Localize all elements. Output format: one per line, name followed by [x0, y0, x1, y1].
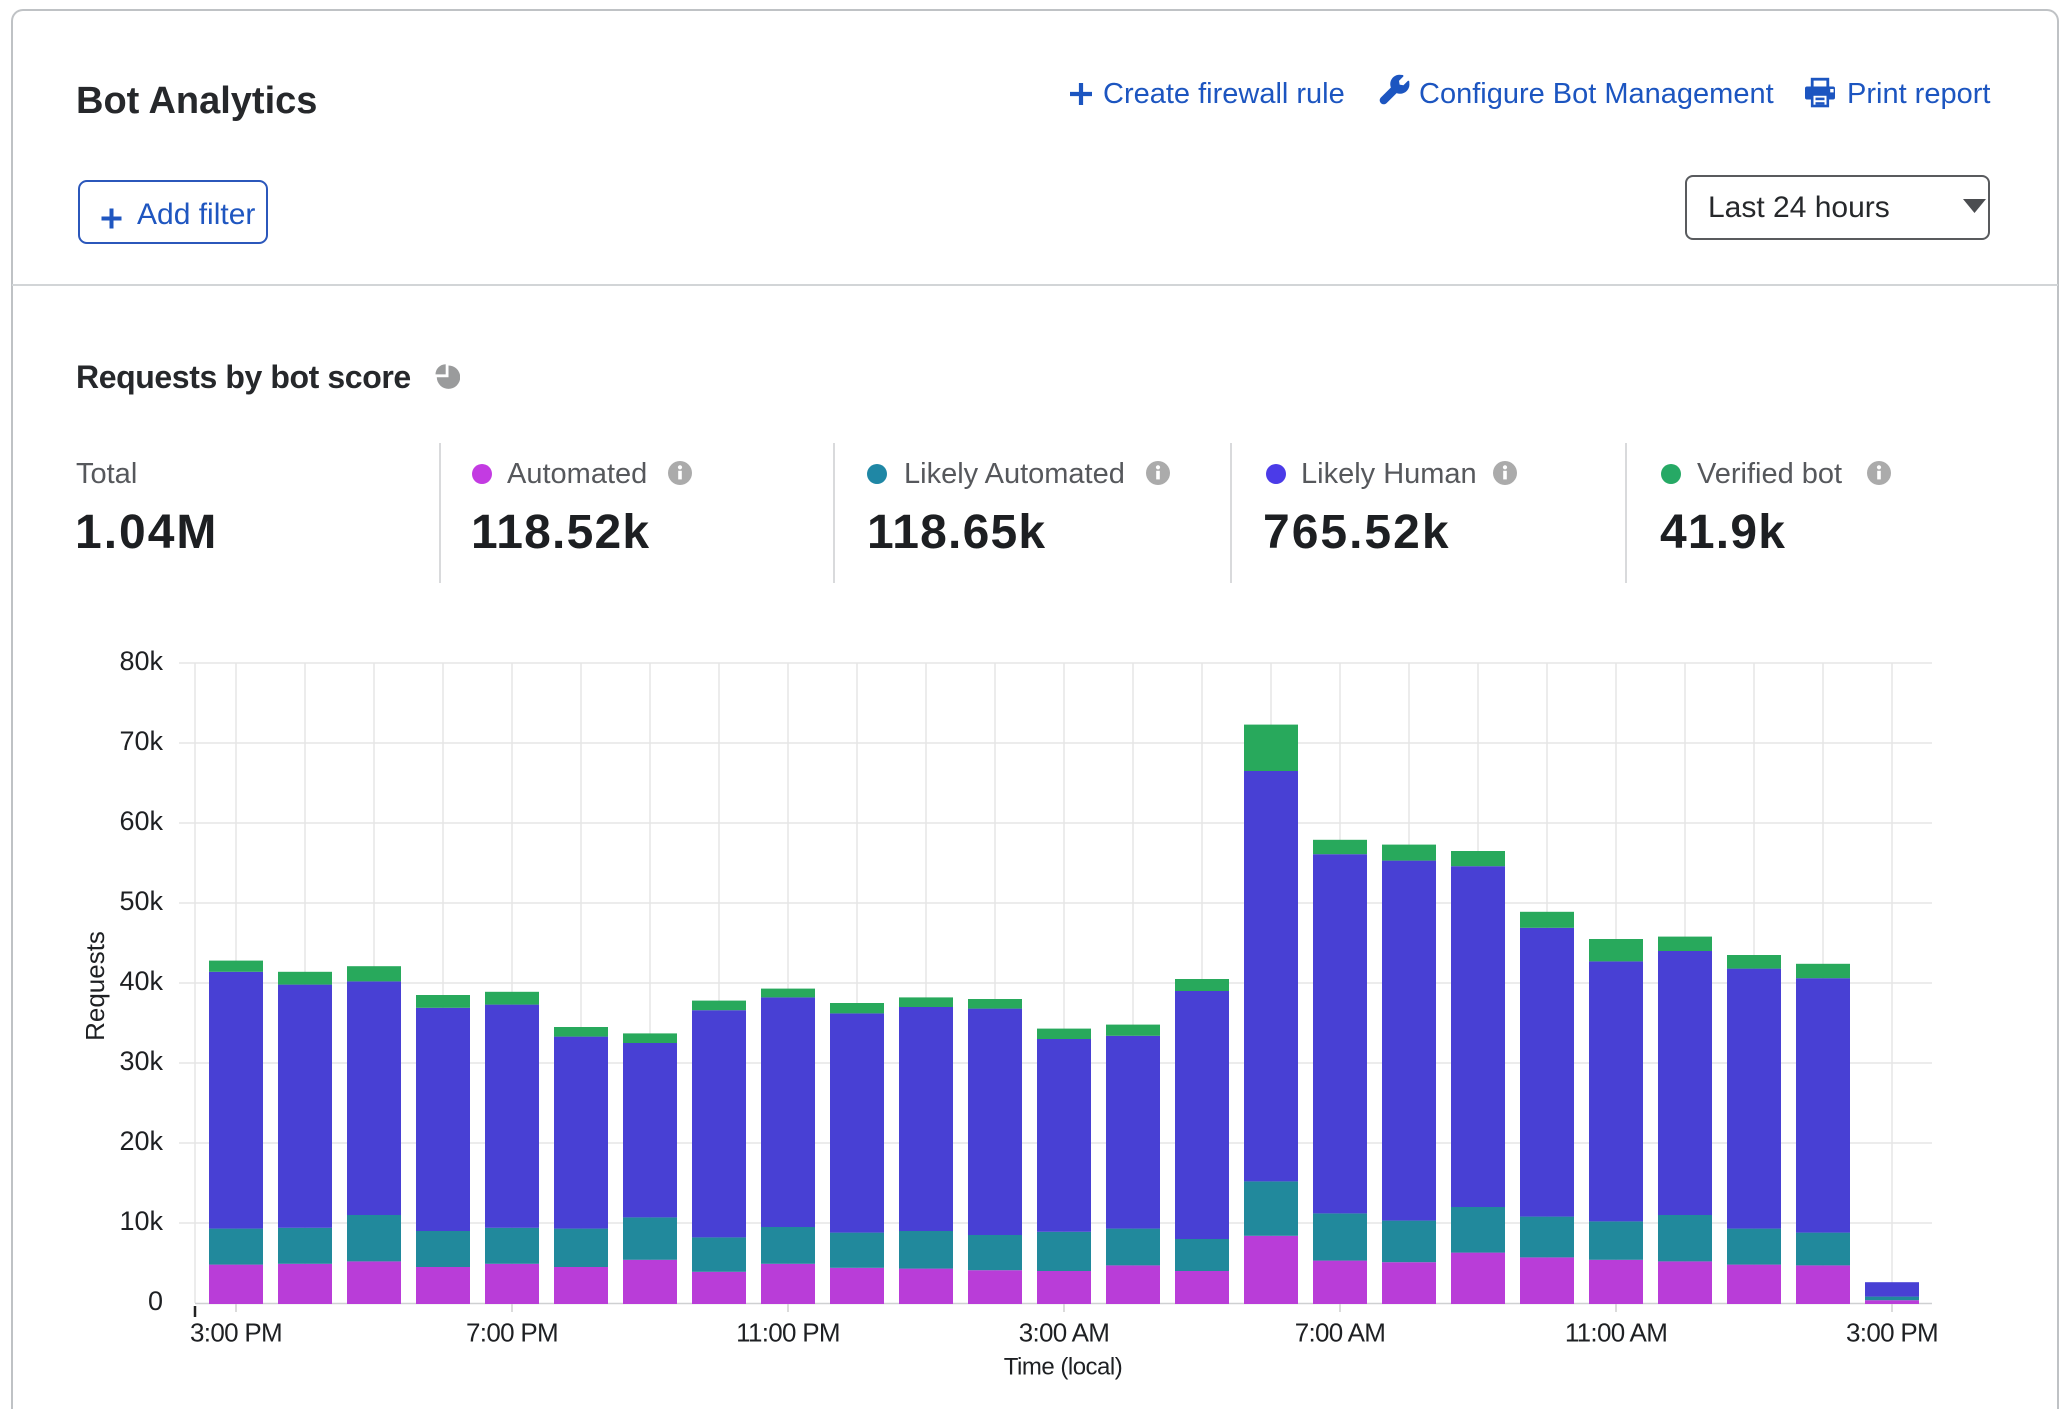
svg-text:3:00 PM: 3:00 PM [1846, 1318, 1938, 1348]
svg-text:30k: 30k [119, 1046, 163, 1076]
svg-text:50k: 50k [119, 886, 163, 916]
svg-text:20k: 20k [119, 1126, 163, 1156]
svg-text:11:00 AM: 11:00 AM [1565, 1318, 1667, 1348]
svg-text:Requests: Requests [80, 931, 110, 1041]
svg-text:3:00 AM: 3:00 AM [1019, 1318, 1110, 1348]
svg-text:7:00 AM: 7:00 AM [1295, 1318, 1386, 1348]
svg-text:3:00 PM: 3:00 PM [190, 1318, 282, 1348]
svg-text:11:00 PM: 11:00 PM [736, 1318, 840, 1348]
svg-text:0: 0 [148, 1286, 163, 1316]
svg-text:Time (local): Time (local) [1004, 1354, 1122, 1381]
svg-text:80k: 80k [119, 646, 163, 676]
svg-text:7:00 PM: 7:00 PM [466, 1318, 558, 1348]
svg-text:70k: 70k [119, 726, 163, 756]
svg-text:60k: 60k [119, 806, 163, 836]
svg-text:10k: 10k [119, 1206, 163, 1236]
svg-text:40k: 40k [119, 966, 163, 996]
